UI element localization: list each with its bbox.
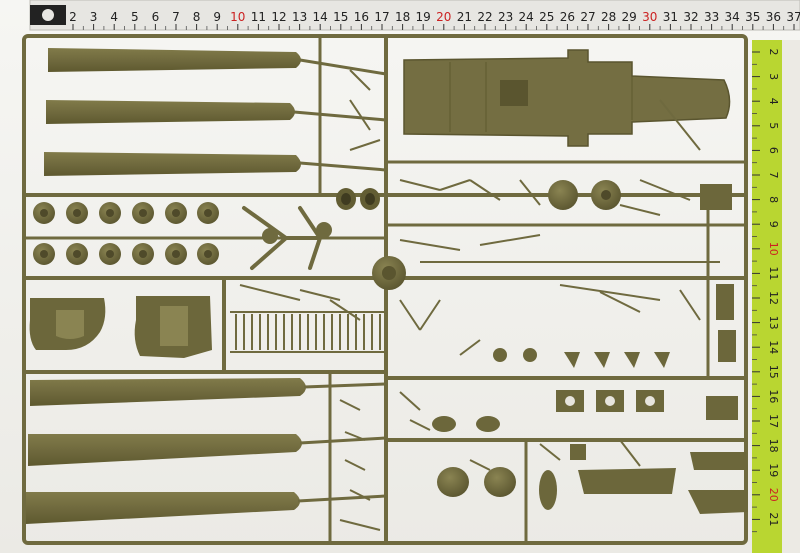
top-ruler-label: 25: [539, 10, 554, 24]
top-ruler-label: 32: [683, 10, 698, 24]
top-ruler-label: 27: [580, 10, 595, 24]
top-ruler-label: 12: [271, 10, 286, 24]
wheel-part: [132, 243, 154, 265]
side-ruler-label: 20: [767, 488, 780, 502]
side-ruler-label: 21: [767, 512, 780, 526]
wheel-part: [33, 243, 55, 265]
top-ruler-label: 17: [374, 10, 389, 24]
top-ruler-label: 21: [457, 10, 472, 24]
top-ruler-label: 36: [766, 10, 781, 24]
side-ruler-label: 19: [767, 463, 780, 477]
top-ruler-label: 19: [416, 10, 431, 24]
side-ruler-label: 7: [767, 172, 780, 179]
side-ruler-label: 4: [767, 98, 780, 105]
top-ruler-label: 20: [436, 10, 451, 24]
top-ruler-label: 4: [110, 10, 118, 24]
top-ruler-label: 11: [251, 10, 266, 24]
top-ruler-label: 16: [354, 10, 369, 24]
top-ruler-label: 31: [663, 10, 678, 24]
side-ruler-label: 13: [767, 316, 780, 330]
top-ruler-label: 22: [477, 10, 492, 24]
top-ruler: 2 3 4 5 6 7 8 9 10 11 12 13 14 15 16 17 18 19 20 21 22 23 24 25…: [29, 0, 800, 31]
top-ruler-label: 35: [745, 10, 760, 24]
side-ruler-label: 2: [767, 49, 780, 56]
side-ruler-label: 3: [767, 73, 780, 80]
top-ruler-label: 10: [230, 10, 245, 24]
top-ruler-label: 6: [152, 10, 160, 24]
top-ruler-label: 9: [213, 10, 221, 24]
side-ruler-label: 8: [767, 196, 780, 203]
top-ruler-label: 30: [642, 10, 657, 24]
top-ruler-label: 23: [498, 10, 513, 24]
wheel-part: [165, 243, 187, 265]
top-ruler-label: 2: [69, 10, 77, 24]
top-ruler-label: 7: [172, 10, 180, 24]
side-ruler-label: 18: [767, 439, 780, 453]
wheel-part: [66, 202, 88, 224]
wheel-part: [99, 243, 121, 265]
top-ruler-label: 5: [131, 10, 139, 24]
side-ruler-label: 12: [767, 291, 780, 305]
rotor-hub: [372, 256, 406, 290]
side-ruler-label: 11: [767, 266, 780, 280]
top-ruler-label: 3: [90, 10, 98, 24]
wheel-part: [132, 202, 154, 224]
wheel-part: [197, 243, 219, 265]
top-ruler-label: 15: [333, 10, 348, 24]
sprue-photo: 2 3 4 5 6 7 8 9 10 11 12 13 14 15 16 17 18 19 20 21 22 23 24 25…: [0, 0, 800, 553]
top-ruler-label: 28: [601, 10, 616, 24]
side-ruler-label: 6: [767, 147, 780, 154]
top-ruler-label: 8: [193, 10, 201, 24]
side-ruler-label: 10: [767, 242, 780, 256]
photo: 2 3 4 5 6 7 8 9 10 11 12 13 14 15 16 17 18 19 20 21 22 23 24 25…: [0, 0, 800, 553]
side-ruler-label: 5: [767, 122, 780, 129]
top-ruler-label: 34: [725, 10, 740, 24]
wheel-part: [66, 243, 88, 265]
wheel-part: [33, 202, 55, 224]
top-ruler-label: 13: [292, 10, 307, 24]
side-ruler-label: 14: [767, 340, 780, 354]
top-ruler-label: 33: [704, 10, 719, 24]
top-ruler-label: 26: [560, 10, 575, 24]
side-ruler-label: 9: [767, 221, 780, 228]
side-ruler-label: 17: [767, 414, 780, 428]
top-ruler-label: 18: [395, 10, 410, 24]
top-ruler-label: 37: [786, 10, 800, 24]
side-ruler-label: 16: [767, 389, 780, 403]
side-ruler: 2 3 4 5 6 7 8 9 10 11 12 13 14 15 16 17 18 19 20 21: [752, 40, 800, 553]
top-ruler-label: 24: [519, 10, 534, 24]
wheel-part: [99, 202, 121, 224]
wheel-part: [165, 202, 187, 224]
top-ruler-label: 14: [313, 10, 328, 24]
side-ruler-label: 15: [767, 365, 780, 379]
top-ruler-label: 29: [622, 10, 637, 24]
wheel-part: [197, 202, 219, 224]
